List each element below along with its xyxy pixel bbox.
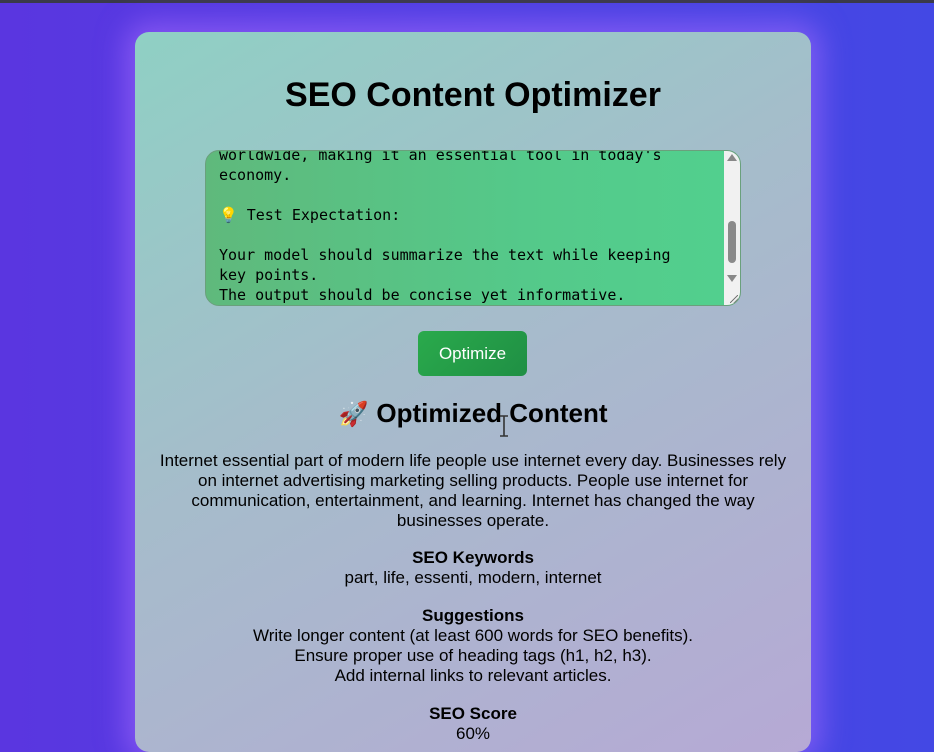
textarea-scrollbar[interactable] [724,151,740,305]
seo-keywords-section: SEO Keywords part, life, essenti, modern… [135,548,811,588]
content-textarea[interactable]: worldwide, making it an essential tool i… [205,150,741,306]
suggestion-item: Write longer content (at least 600 words… [252,626,693,645]
seo-score-section: SEO Score 60% [135,704,811,744]
optimized-summary: Internet essential part of modern life p… [159,451,787,530]
scroll-thumb[interactable] [728,221,736,263]
seo-keywords-value: part, life, essenti, modern, internet [344,568,602,587]
textarea-content[interactable]: worldwide, making it an essential tool i… [219,151,719,305]
optimizer-card: SEO Content Optimizer worldwide, making … [135,32,811,752]
seo-score-value: 60% [455,724,491,743]
rocket-icon: 🚀 [338,401,369,428]
text-cursor-icon [500,415,508,437]
optimized-content-heading: 🚀 Optimized Content [135,398,811,429]
optimized-content-title: Optimized Content [376,398,608,428]
scroll-up-arrow-icon[interactable] [727,154,737,161]
suggestions-label: Suggestions [421,606,524,625]
seo-keywords-label: SEO Keywords [412,548,534,567]
resize-grip-icon[interactable] [730,295,738,303]
page-title: SEO Content Optimizer [285,76,661,114]
suggestions-section: Suggestions Write longer content (at lea… [135,606,811,686]
suggestion-item: Add internal links to relevant articles. [334,666,612,685]
scroll-down-arrow-icon[interactable] [727,275,737,282]
seo-score-label: SEO Score [429,704,517,723]
suggestion-item: Ensure proper use of heading tags (h1, h… [294,646,652,665]
optimize-button[interactable]: Optimize [418,331,527,376]
window-top-edge [0,0,934,3]
